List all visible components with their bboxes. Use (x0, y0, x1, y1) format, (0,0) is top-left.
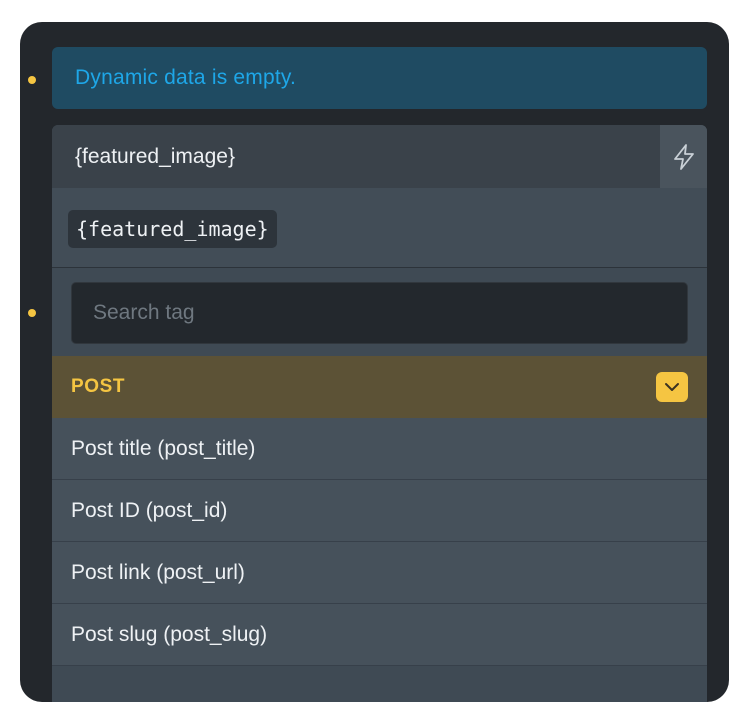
search-container (52, 268, 707, 356)
field-value-row: {featured_image} (52, 125, 707, 188)
dynamic-data-panel: Dynamic data is empty. {featured_image} … (20, 22, 729, 702)
indicator-dot (28, 76, 36, 84)
dynamic-data-button[interactable] (660, 125, 707, 188)
indicator-dot (28, 309, 36, 317)
selected-tag-chip[interactable]: {featured_image} (68, 210, 277, 248)
search-tag-input[interactable] (71, 282, 688, 344)
tag-list: Post title (post_title) Post ID (post_id… (52, 418, 707, 666)
empty-data-notice: Dynamic data is empty. (52, 47, 707, 109)
selected-tag-row: {featured_image} (52, 188, 707, 268)
notice-text: Dynamic data is empty. (75, 66, 297, 89)
list-item[interactable]: Post ID (post_id) (52, 480, 707, 542)
group-toggle-button[interactable] (656, 372, 688, 402)
field-value[interactable]: {featured_image} (52, 145, 660, 169)
lightning-bolt-icon (673, 143, 694, 170)
list-item[interactable]: Post title (post_title) (52, 418, 707, 480)
list-item[interactable]: Post link (post_url) (52, 542, 707, 604)
chevron-down-icon (665, 383, 679, 391)
group-header-post[interactable]: POST (52, 356, 707, 418)
dynamic-data-picker: {featured_image} {featured_image} POST P… (52, 125, 707, 702)
list-item[interactable]: Post slug (post_slug) (52, 604, 707, 666)
group-label: POST (71, 376, 126, 397)
